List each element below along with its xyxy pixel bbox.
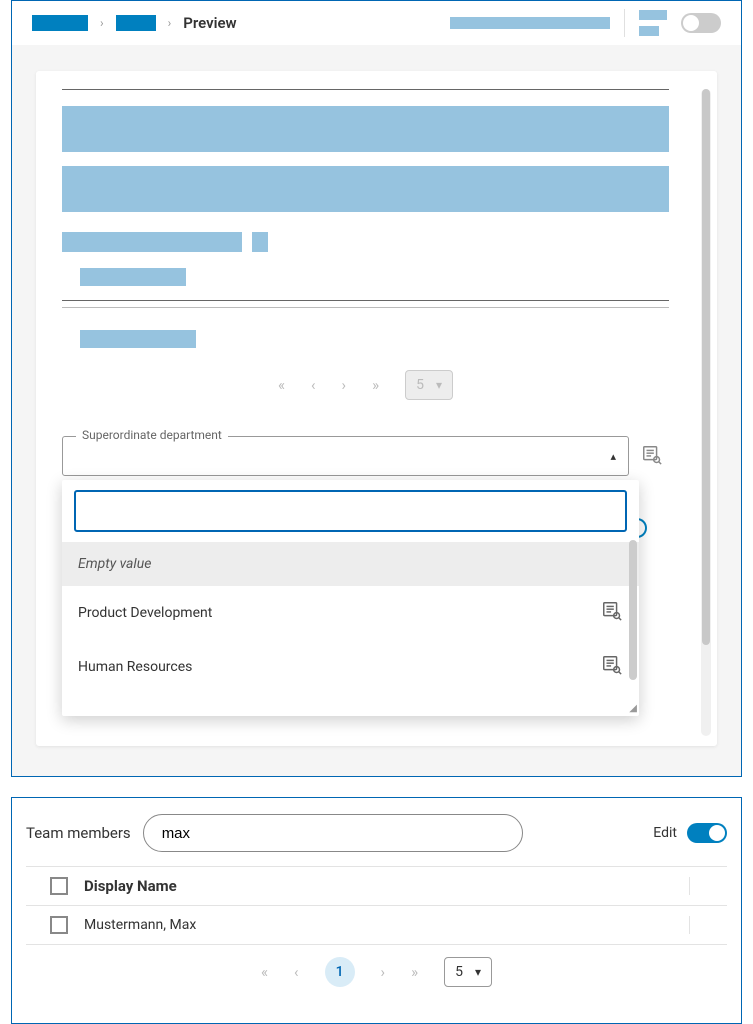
scrollbar[interactable] bbox=[701, 89, 711, 736]
last-page-icon[interactable]: » bbox=[372, 376, 379, 394]
cell-display-name: Mustermann, Max bbox=[84, 917, 689, 933]
team-members-title: Team members bbox=[26, 824, 131, 842]
resize-handle-icon[interactable]: ◢ bbox=[629, 703, 637, 714]
page-size-value: 5 bbox=[416, 377, 424, 393]
chevron-down-icon: ▾ bbox=[436, 378, 442, 392]
list-row-2 bbox=[62, 324, 669, 358]
dropdown-option-human-resources[interactable]: Human Resources bbox=[62, 640, 639, 694]
column-display-name[interactable]: Display Name bbox=[84, 877, 689, 895]
dropdown-search-input[interactable] bbox=[74, 490, 627, 532]
details-icon[interactable] bbox=[641, 444, 663, 470]
option-label: Empty value bbox=[78, 556, 151, 572]
next-page-icon[interactable]: › bbox=[342, 376, 347, 394]
breadcrumb-item-2[interactable] bbox=[116, 15, 156, 31]
pagination-lower: « ‹ 1 › » 5 ▾ bbox=[26, 945, 727, 1005]
table-header-row: Display Name bbox=[26, 866, 727, 906]
first-page-icon[interactable]: « bbox=[261, 963, 268, 981]
superordinate-department-select[interactable]: ▴ bbox=[62, 436, 629, 476]
dropdown-option-empty[interactable]: Empty value bbox=[62, 542, 639, 586]
first-page-icon[interactable]: « bbox=[278, 376, 285, 394]
divider bbox=[624, 9, 625, 37]
details-icon[interactable] bbox=[601, 600, 623, 626]
preview-toggle[interactable] bbox=[681, 13, 721, 33]
next-page-icon[interactable]: › bbox=[381, 963, 386, 981]
option-label: Human Resources bbox=[78, 659, 192, 675]
header-placeholder bbox=[450, 17, 610, 29]
preview-panel: › › Preview bbox=[11, 0, 742, 777]
breadcrumb-item-1[interactable] bbox=[32, 15, 88, 31]
list-row-1 bbox=[62, 262, 669, 301]
field-label: Superordinate department bbox=[76, 428, 228, 442]
prev-page-icon[interactable]: ‹ bbox=[311, 376, 316, 394]
superordinate-department-field: Superordinate department ▴ Empty value bbox=[62, 436, 629, 476]
team-search[interactable] bbox=[143, 814, 523, 852]
option-label: Product Development bbox=[78, 605, 212, 621]
page-size-value: 5 bbox=[455, 964, 463, 980]
team-members-panel: Team members Edit Display Name Musterman… bbox=[11, 797, 742, 1024]
dropdown-scrollbar[interactable] bbox=[629, 540, 637, 680]
caret-up-icon: ▴ bbox=[610, 450, 616, 463]
table-row[interactable]: Mustermann, Max bbox=[26, 906, 727, 945]
edit-label: Edit bbox=[653, 825, 677, 841]
section-heading-placeholder bbox=[62, 232, 669, 252]
page-size-select[interactable]: 5 ▾ bbox=[405, 370, 453, 400]
last-page-icon[interactable]: » bbox=[411, 963, 418, 981]
chevron-right-icon: › bbox=[168, 16, 172, 30]
form-card: « ‹ › » 5 ▾ Superordinate department ▴ bbox=[36, 71, 717, 746]
divider bbox=[62, 307, 669, 308]
content-block-1 bbox=[62, 106, 669, 152]
breadcrumb-current: Preview bbox=[183, 14, 236, 32]
superordinate-dropdown: Empty value Product Development Human Re… bbox=[62, 480, 639, 716]
page-size-select[interactable]: 5 ▾ bbox=[444, 957, 492, 987]
breadcrumb: › › Preview bbox=[12, 1, 741, 45]
prev-page-icon[interactable]: ‹ bbox=[294, 963, 299, 981]
content-block-2 bbox=[62, 166, 669, 212]
dropdown-option-product-development[interactable]: Product Development bbox=[62, 586, 639, 640]
header-stacked-placeholder bbox=[639, 10, 667, 36]
select-all-checkbox[interactable] bbox=[50, 877, 68, 895]
team-table: Display Name Mustermann, Max bbox=[26, 866, 727, 945]
row-checkbox[interactable] bbox=[50, 916, 68, 934]
chevron-down-icon: ▾ bbox=[475, 965, 481, 979]
pagination-upper: « ‹ › » 5 ▾ bbox=[62, 358, 669, 418]
team-members-header: Team members Edit bbox=[26, 814, 727, 852]
page-number[interactable]: 1 bbox=[325, 957, 355, 987]
chevron-right-icon: › bbox=[100, 16, 104, 30]
content-area: « ‹ › » 5 ▾ Superordinate department ▴ bbox=[12, 45, 741, 776]
details-icon[interactable] bbox=[601, 654, 623, 680]
edit-toggle[interactable] bbox=[687, 823, 727, 843]
divider bbox=[62, 89, 669, 90]
team-search-input[interactable] bbox=[162, 825, 504, 842]
